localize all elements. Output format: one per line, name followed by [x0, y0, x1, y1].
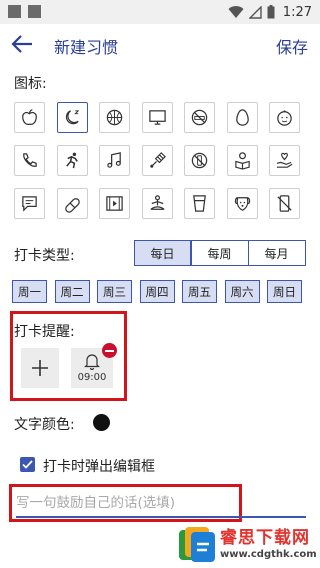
app-header: 新建习惯 保存 — [0, 24, 320, 64]
icon-option[interactable] — [226, 188, 258, 219]
page-title: 新建习惯 — [54, 38, 119, 57]
remove-reminder-icon[interactable] — [102, 343, 117, 358]
icon-option[interactable] — [269, 102, 300, 133]
text-color-swatch[interactable] — [93, 414, 110, 431]
popup-editor-checkbox[interactable] — [20, 457, 35, 472]
text-color-label: 文字颜色: — [14, 417, 75, 433]
water-cup-icon — [193, 195, 206, 212]
wifi-icon — [228, 5, 244, 18]
bell-icon — [84, 354, 100, 370]
watermark-title: 睿思下载网 — [220, 528, 310, 548]
icon-option[interactable] — [99, 102, 130, 133]
icon-option[interactable] — [14, 102, 45, 133]
reminder-label: 打卡提醒: — [14, 324, 75, 340]
weekday-tue[interactable]: 周二 — [54, 280, 90, 303]
icon-option[interactable] — [14, 145, 45, 176]
watermark-logo — [179, 527, 215, 562]
battery-icon — [267, 5, 275, 19]
icon-option[interactable] — [141, 102, 173, 133]
input-underline — [16, 516, 306, 518]
weekday-selector: 周一 周二 周三 周四 周五 周六 周日 — [12, 280, 302, 303]
running-icon — [65, 152, 78, 169]
reading-icon — [234, 152, 250, 170]
checkmark-icon — [22, 460, 33, 469]
heart-hand-icon — [276, 152, 293, 168]
icon-option-selected[interactable] — [56, 102, 88, 133]
popup-editor-label: 打卡时弹出编辑框 — [43, 459, 155, 475]
plus-icon — [32, 360, 48, 376]
chat-icon — [22, 196, 37, 212]
icon-option[interactable] — [141, 145, 173, 176]
icon-option[interactable] — [99, 145, 130, 176]
add-reminder-button[interactable] — [21, 348, 59, 388]
notification-icon — [28, 5, 41, 18]
icon-option[interactable] — [56, 188, 88, 219]
weekday-mon[interactable]: 周一 — [12, 280, 47, 303]
video-icon — [106, 196, 123, 211]
icon-option[interactable] — [14, 188, 45, 219]
icon-option[interactable] — [141, 188, 173, 219]
weekday-sat[interactable]: 周六 — [224, 280, 260, 303]
icon-option[interactable] — [226, 145, 258, 176]
notification-icon — [8, 5, 21, 18]
dog-icon — [234, 197, 250, 211]
badminton-icon — [149, 152, 166, 168]
motto-input[interactable] — [16, 492, 242, 514]
weekday-fri[interactable]: 周五 — [182, 280, 217, 303]
egg-icon — [235, 109, 249, 126]
basketball-icon — [106, 109, 123, 126]
weekday-sun[interactable]: 周日 — [267, 280, 302, 303]
watermark-url: www.cdgthk.com — [220, 549, 317, 560]
weekday-wed[interactable]: 周三 — [97, 280, 132, 303]
icon-option[interactable] — [184, 102, 215, 133]
icon-grid — [14, 102, 314, 219]
pill-icon — [64, 198, 80, 213]
tv-icon — [148, 110, 166, 125]
save-button[interactable]: 保存 — [276, 34, 308, 58]
back-arrow-icon[interactable] — [10, 33, 34, 55]
icon-option[interactable] — [269, 188, 300, 219]
baby-face-icon — [277, 110, 292, 126]
checkin-type-daily[interactable]: 每日 — [133, 240, 192, 266]
icon-option[interactable] — [99, 188, 130, 219]
checkin-type-selector: 每日 每周 每月 — [133, 240, 306, 266]
phone-icon — [23, 153, 37, 167]
icon-option[interactable] — [56, 145, 88, 176]
checkin-type-label: 打卡类型: — [14, 248, 75, 264]
meditation-icon — [149, 195, 165, 210]
no-smoking-icon — [191, 109, 208, 126]
moon-sleep-icon — [65, 110, 79, 125]
checkin-type-monthly[interactable]: 每月 — [247, 240, 306, 266]
reminder-time: 09:00 — [77, 372, 107, 383]
no-drinking-icon — [191, 152, 208, 169]
weekday-thu[interactable]: 周四 — [139, 280, 175, 303]
clock: 1:27 — [282, 4, 312, 20]
signal-icon — [248, 5, 262, 19]
status-bar: 1:27 — [0, 0, 320, 24]
icon-section-label: 图标: — [14, 76, 47, 92]
no-phone-icon — [277, 195, 292, 212]
checkin-type-weekly[interactable]: 每周 — [190, 240, 249, 266]
watermark: 睿思下载网 www.cdgthk.com — [173, 522, 319, 568]
icon-option[interactable] — [269, 145, 300, 176]
apple-icon — [22, 109, 37, 125]
icon-option[interactable] — [184, 188, 215, 219]
icon-option[interactable] — [226, 102, 258, 133]
music-note-icon — [107, 152, 121, 168]
icon-option[interactable] — [184, 145, 215, 176]
